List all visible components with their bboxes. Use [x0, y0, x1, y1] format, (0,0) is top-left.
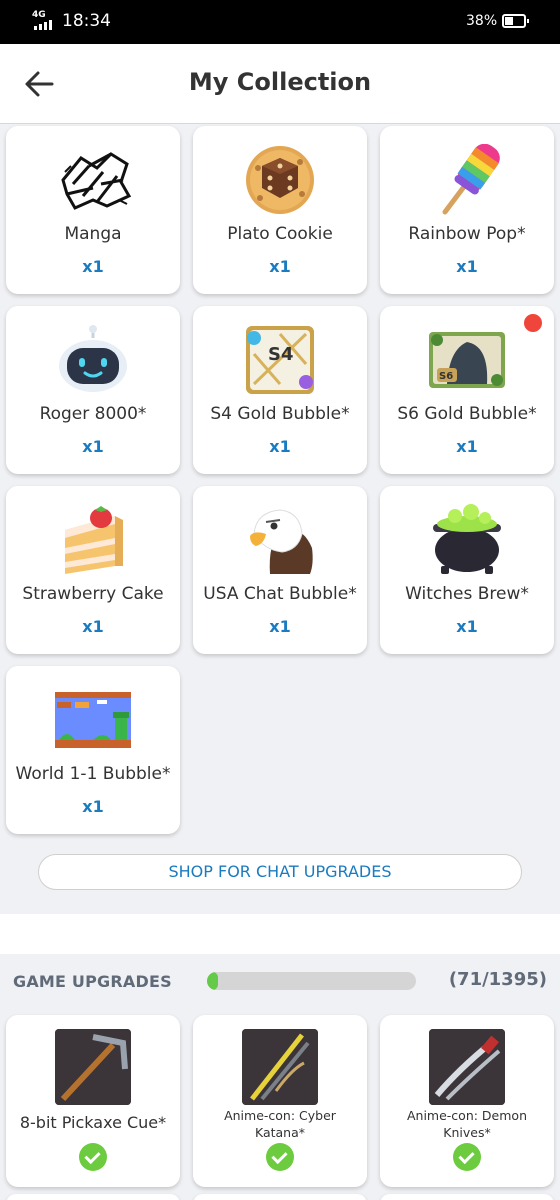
status-bar: 4G 18:34 38%	[0, 0, 560, 44]
progress-fill	[207, 972, 218, 990]
owned-check-icon	[79, 1143, 107, 1171]
dice-cookie-icon	[246, 146, 314, 214]
demon-knives-icon	[429, 1029, 505, 1105]
cauldron-icon	[433, 504, 501, 574]
svg-text:S6: S6	[439, 371, 453, 382]
collection-item-strawberry-cake[interactable]: Strawberry Cake x1	[6, 486, 180, 654]
item-quantity: x1	[82, 797, 104, 816]
game-upgrade-cyber-katana[interactable]: Anime-con: Cyber Katana*	[193, 1015, 367, 1187]
item-name: Strawberry Cake	[22, 584, 164, 604]
app-header: My Collection	[0, 44, 560, 124]
item-quantity: x1	[82, 257, 104, 276]
collection-item-world-1-1-bubble[interactable]: World 1-1 Bubble* x1	[6, 666, 180, 834]
status-time: 18:34	[62, 11, 111, 31]
eagle-icon	[250, 509, 313, 574]
strawberry-cake-icon	[65, 506, 123, 574]
section-divider	[0, 914, 560, 954]
item-quantity: x1	[82, 617, 104, 636]
game-upgrades-progress-bar	[207, 972, 416, 990]
collection-item-usa-chat-bubble[interactable]: USA Chat Bubble* x1	[193, 486, 367, 654]
item-name: Manga	[64, 224, 122, 244]
game-upgrades-header: GAME UPGRADES (71/1395)	[0, 954, 560, 1010]
manga-shards-icon	[61, 152, 132, 210]
page-title: My Collection	[188, 68, 372, 96]
game-upgrade-8bit-pickaxe-cue[interactable]: 8-bit Pickaxe Cue*	[6, 1015, 180, 1187]
item-quantity: x1	[456, 257, 478, 276]
item-quantity: x1	[456, 617, 478, 636]
upgrade-name: 8-bit Pickaxe Cue*	[19, 1113, 167, 1132]
game-upgrade-card-partial	[6, 1194, 180, 1200]
game-upgrades-title: GAME UPGRADES	[13, 972, 172, 991]
item-quantity: x1	[269, 257, 291, 276]
s6-gold-bubble-icon: S6	[429, 332, 505, 388]
owned-check-icon	[266, 1143, 294, 1171]
item-name: S4 Gold Bubble*	[210, 404, 350, 424]
item-name: S6 Gold Bubble*	[397, 404, 537, 424]
shop-chat-upgrades-button[interactable]: SHOP FOR CHAT UPGRADES	[38, 854, 522, 890]
battery-icon	[502, 14, 529, 28]
collection-item-s6-gold-bubble[interactable]: S6 S6 Gold Bubble* x1	[380, 306, 554, 474]
upgrade-name: Anime-con: Demon Knives*	[406, 1108, 527, 1140]
rainbow-popsicle-icon	[442, 144, 500, 215]
game-upgrade-demon-knives[interactable]: Anime-con: Demon Knives*	[380, 1015, 554, 1187]
s4-gold-bubble-icon: S4	[246, 326, 314, 394]
battery-percent: 38%	[466, 13, 498, 29]
collection-item-rainbow-pop[interactable]: Rainbow Pop* x1	[380, 126, 554, 294]
collection-item-plato-cookie[interactable]: Plato Cookie x1	[193, 126, 367, 294]
robot-icon	[59, 325, 127, 392]
item-name: Plato Cookie	[227, 224, 333, 244]
collection-item-witches-brew[interactable]: Witches Brew* x1	[380, 486, 554, 654]
item-quantity: x1	[82, 437, 104, 456]
item-quantity: x1	[269, 437, 291, 456]
svg-text:S4: S4	[268, 344, 294, 365]
notification-dot	[524, 314, 542, 332]
item-name: Roger 8000*	[39, 404, 147, 424]
item-name: USA Chat Bubble*	[203, 584, 357, 604]
game-upgrades-count: (71/1395)	[448, 969, 547, 990]
upgrade-name: Anime-con: Cyber Katana*	[224, 1108, 336, 1140]
cyber-katana-icon	[242, 1029, 318, 1105]
item-name: Witches Brew*	[405, 584, 529, 604]
collection-item-manga[interactable]: Manga x1	[6, 126, 180, 294]
item-name: World 1-1 Bubble*	[15, 764, 171, 784]
pickaxe-cue-icon	[55, 1029, 131, 1105]
signal-icon	[34, 20, 52, 30]
item-quantity: x1	[269, 617, 291, 636]
collection-item-roger-8000[interactable]: Roger 8000* x1	[6, 306, 180, 474]
network-type: 4G	[32, 10, 46, 20]
item-name: Rainbow Pop*	[408, 224, 526, 244]
collection-item-s4-gold-bubble[interactable]: S4 S4 Gold Bubble* x1	[193, 306, 367, 474]
item-quantity: x1	[456, 437, 478, 456]
game-upgrade-card-partial	[193, 1194, 367, 1200]
owned-check-icon	[453, 1143, 481, 1171]
game-upgrade-card-partial	[380, 1194, 554, 1200]
pixel-world-icon	[55, 692, 131, 748]
